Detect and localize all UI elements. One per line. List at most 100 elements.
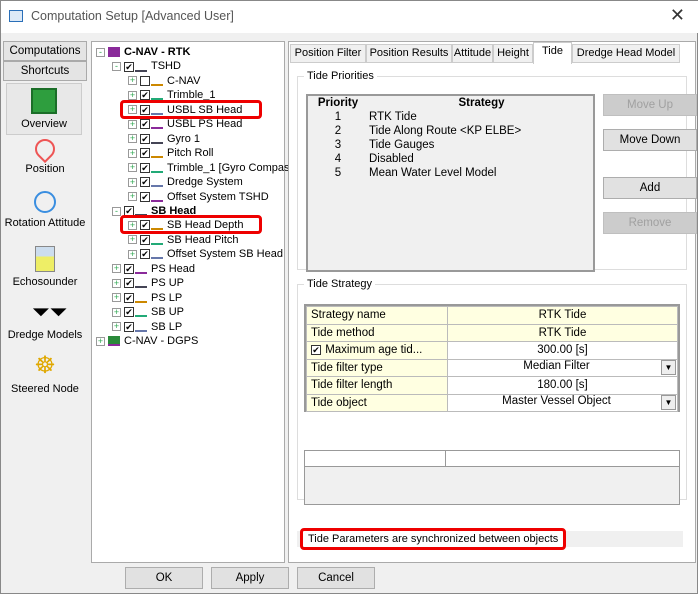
checkbox[interactable]: ✔ — [140, 162, 150, 173]
column-header[interactable]: Priority — [308, 96, 368, 110]
checkbox[interactable]: ✔ — [124, 307, 134, 318]
expand-icon[interactable]: + — [112, 322, 121, 332]
tab-computations[interactable]: Computations — [3, 41, 87, 61]
checkbox[interactable]: ✔ — [140, 177, 150, 188]
tree-item[interactable]: + C-NAV — [128, 74, 200, 88]
shortcut-dredge-models[interactable]: ⏷⏷ Dredge Models — [3, 299, 87, 341]
tab-dredge-head-model[interactable]: Dredge Head Model — [572, 44, 680, 63]
tab-height[interactable]: Height — [493, 44, 533, 63]
tab-attitude[interactable]: Attitude — [452, 44, 493, 63]
tree-item[interactable]: + ✔ SB UP — [112, 305, 184, 319]
expand-icon[interactable]: + — [128, 134, 137, 144]
expand-icon[interactable]: + — [128, 90, 137, 100]
property-row[interactable]: Tide filter type ▼ Median Filter — [306, 358, 678, 377]
property-row[interactable]: Tide filter length 180.00 [s] — [306, 376, 678, 395]
expand-icon[interactable]: + — [128, 148, 137, 158]
priority-table[interactable]: Priority Strategy 1 RTK Tide 2 Tide Along Ro… — [306, 94, 595, 272]
column-header[interactable]: Strategy — [368, 96, 595, 110]
expand-icon[interactable]: + — [112, 307, 121, 317]
tree-item[interactable]: + ✔ SB Head Pitch — [128, 233, 239, 247]
checkbox[interactable]: ✔ — [140, 148, 150, 159]
collapse-icon[interactable]: - — [96, 47, 105, 57]
cancel-button[interactable]: Cancel — [297, 567, 375, 589]
checkbox[interactable]: ✔ — [140, 90, 150, 101]
expand-icon[interactable]: + — [96, 336, 105, 346]
checkbox[interactable]: ✔ — [124, 321, 134, 332]
table-row[interactable]: 2 Tide Along Route <KP ELBE> — [308, 124, 595, 138]
apply-button[interactable]: Apply — [211, 567, 289, 589]
checkbox[interactable]: ✔ — [124, 263, 134, 274]
tree-item[interactable]: + ✔ Offset System TSHD — [128, 190, 269, 204]
expand-icon[interactable]: + — [112, 293, 121, 303]
collapse-icon[interactable]: - — [112, 206, 121, 216]
property-value[interactable]: 300.00 [s] — [447, 341, 678, 360]
object-tree[interactable]: - C-NAV - RTK - ✔ TSHD + C-NAV + ✔ Trimble_1 + ✔ USB… — [91, 41, 298, 563]
checkbox[interactable]: ✔ — [311, 345, 321, 356]
property-row[interactable]: Tide method RTK Tide — [306, 323, 678, 342]
checkbox[interactable]: ✔ — [140, 234, 150, 245]
shortcut-steered-node[interactable]: ☸ Steered Node — [3, 353, 87, 396]
tab-tide[interactable]: Tide — [533, 42, 572, 64]
tree-item[interactable]: + ✔ Offset System SB Head — [128, 247, 283, 261]
property-row[interactable]: Strategy name RTK Tide — [306, 306, 678, 325]
property-row[interactable]: Tide object ▼ Master Vessel Object — [306, 393, 678, 412]
checkbox[interactable]: ✔ — [140, 249, 150, 260]
expand-icon[interactable]: + — [112, 278, 121, 288]
tree-item[interactable]: + ✔ Dredge System — [128, 175, 243, 189]
tab-shortcuts[interactable]: Shortcuts — [3, 61, 87, 81]
dropdown-arrow-icon[interactable]: ▼ — [661, 395, 676, 411]
tab-position-results[interactable]: Position Results — [366, 44, 452, 63]
checkbox[interactable]: ✔ — [124, 61, 134, 72]
close-button[interactable]: ✕ — [670, 5, 685, 26]
checkbox[interactable]: ✔ — [124, 292, 134, 303]
shortcut-label: Position — [25, 163, 65, 175]
tab-position-filter[interactable]: Position Filter — [290, 44, 366, 63]
shortcut-rotation-attitude[interactable]: Rotation Attitude — [3, 191, 87, 229]
shortcut-position[interactable]: Position — [3, 134, 87, 175]
strategy-property-grid[interactable]: Strategy name RTK Tide Tide method RTK Tide… — [304, 304, 680, 412]
tree-item[interactable]: + ✔ Gyro 1 — [128, 132, 200, 146]
expand-icon[interactable]: + — [128, 177, 137, 187]
checkbox[interactable]: ✔ — [124, 278, 134, 289]
expand-icon[interactable]: + — [128, 249, 137, 259]
tree-item[interactable]: + C-NAV - DGPS — [96, 334, 198, 348]
remove-button[interactable]: Remove — [603, 212, 697, 234]
ok-button[interactable]: OK — [125, 567, 203, 589]
property-value[interactable]: RTK Tide — [447, 306, 678, 325]
shortcut-overview[interactable]: Overview — [6, 83, 82, 135]
checkbox[interactable]: ✔ — [140, 191, 150, 202]
checkbox[interactable]: ✔ — [140, 133, 150, 144]
property-value[interactable]: ▼ Median Filter — [447, 358, 678, 377]
dropdown-arrow-icon[interactable]: ▼ — [661, 360, 676, 376]
tree-item[interactable]: + ✔ PS UP — [112, 276, 184, 290]
table-row[interactable]: 3 Tide Gauges — [308, 138, 595, 152]
table-row[interactable]: 4 Disabled — [308, 152, 595, 166]
expand-icon[interactable]: + — [128, 163, 137, 173]
collapse-icon[interactable]: - — [112, 62, 121, 72]
tree-item[interactable]: + ✔ USBL PS Head — [128, 117, 242, 131]
checkbox[interactable] — [140, 75, 150, 86]
checkbox[interactable]: ✔ — [140, 119, 150, 130]
tree-item[interactable]: - ✔ TSHD — [112, 59, 181, 73]
tree-item[interactable]: + ✔ Pitch Roll — [128, 146, 213, 160]
tree-item[interactable]: + ✔ PS LP — [112, 291, 182, 305]
add-button[interactable]: Add — [603, 177, 697, 199]
expand-icon[interactable]: + — [128, 119, 137, 129]
tree-item[interactable]: + ✔ Trimble_1 [Gyro Compass] — [128, 161, 298, 175]
move-down-button[interactable]: Move Down — [603, 129, 697, 151]
tree-item[interactable]: - C-NAV - RTK — [96, 45, 190, 59]
expand-icon[interactable]: + — [128, 235, 137, 245]
property-value[interactable]: RTK Tide — [447, 323, 678, 342]
move-up-button[interactable]: Move Up — [603, 94, 697, 116]
expand-icon[interactable]: + — [112, 264, 121, 274]
table-row[interactable]: 5 Mean Water Level Model — [308, 166, 595, 180]
table-row[interactable]: 1 RTK Tide — [308, 110, 595, 124]
property-value[interactable]: 180.00 [s] — [447, 376, 678, 395]
expand-icon[interactable]: + — [128, 76, 137, 86]
shortcut-echosounder[interactable]: Echosounder — [3, 246, 87, 288]
tree-item[interactable]: + ✔ PS Head — [112, 262, 195, 276]
property-row[interactable]: ✔ Maximum age tid... 300.00 [s] — [306, 341, 678, 360]
tree-item[interactable]: + ✔ SB LP — [112, 320, 182, 334]
property-value[interactable]: ▼ Master Vessel Object — [447, 393, 678, 412]
expand-icon[interactable]: + — [128, 192, 137, 202]
